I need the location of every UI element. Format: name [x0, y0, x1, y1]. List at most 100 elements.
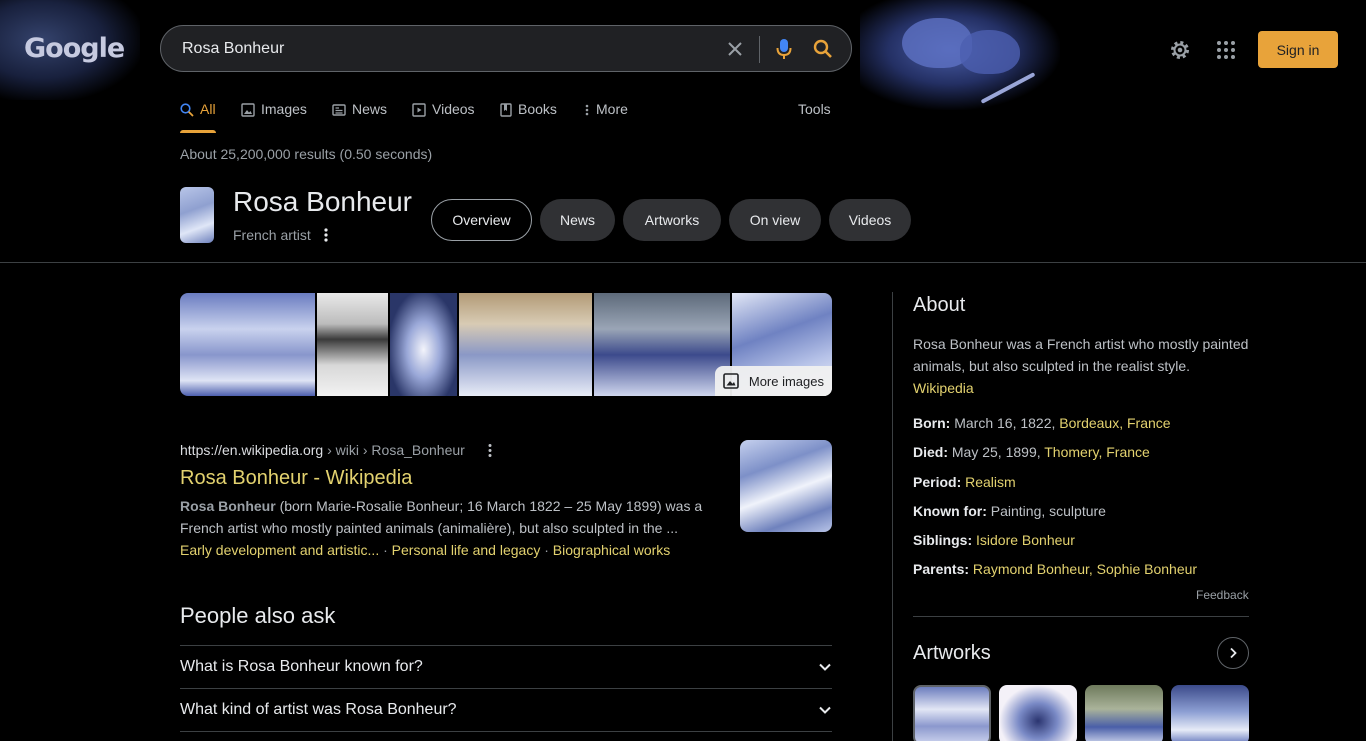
entity-title: Rosa Bonheur	[233, 186, 413, 217]
result-thumbnail[interactable]	[740, 440, 832, 532]
fact-value: March 16, 1822,	[950, 415, 1060, 431]
fact-value: May 25, 1899,	[948, 444, 1045, 460]
chevron-down-icon	[819, 706, 831, 714]
divider	[0, 262, 1366, 263]
fact-born: Born: March 16, 1822, Bordeaux, France	[913, 415, 1171, 431]
image-strip: More images	[180, 293, 832, 396]
result-domain: https://en.wikipedia.org	[180, 442, 324, 458]
tab-label: Books	[518, 101, 557, 117]
fact-link[interactable]: Raymond Bonheur, Sophie Bonheur	[973, 561, 1197, 577]
wikipedia-link[interactable]: Wikipedia	[913, 380, 974, 396]
sitelink-separator: ·	[379, 542, 392, 558]
tab-label: All	[200, 101, 216, 117]
paa-question[interactable]: What is Rosa Bonheur known for?	[180, 646, 832, 688]
fact-link[interactable]: Realism	[965, 474, 1016, 490]
fact-known-for: Known for: Painting, sculpture	[913, 503, 1106, 519]
artworks-heading: Artworks	[913, 642, 991, 664]
microphone-icon[interactable]	[773, 38, 795, 60]
about-description: Rosa Bonheur was a French artist who mos…	[913, 333, 1253, 399]
active-tab-indicator	[180, 130, 216, 133]
tab-label: News	[352, 101, 388, 117]
fact-link[interactable]: Thomery, France	[1044, 444, 1150, 460]
artworks-next-button[interactable]	[1217, 637, 1249, 669]
book-icon	[500, 103, 512, 117]
fact-period: Period: Realism	[913, 474, 1016, 490]
image-thumbnail[interactable]	[594, 293, 730, 396]
tools-button[interactable]: Tools	[798, 101, 831, 117]
result-url[interactable]: https://en.wikipedia.org › wiki › Rosa_B…	[180, 442, 465, 458]
tab-label: More	[596, 101, 628, 117]
artwork-thumbnail[interactable]	[999, 685, 1077, 741]
search-input[interactable]: Rosa Bonheur	[182, 40, 284, 58]
chip-on-view[interactable]: On view	[729, 199, 821, 241]
fact-value: Painting, sculpture	[986, 503, 1106, 519]
artwork-thumbnail[interactable]	[1085, 685, 1163, 741]
result-snippet: Rosa Bonheur (born Marie-Rosalie Bonheur…	[180, 495, 720, 539]
sitelink[interactable]: Biographical works	[553, 542, 671, 558]
fact-siblings: Siblings: Isidore Bonheur	[913, 532, 1075, 548]
result-stats: About 25,200,000 results (0.50 seconds)	[180, 146, 433, 162]
fact-label: Siblings:	[913, 532, 973, 548]
news-icon	[332, 104, 346, 116]
sitelink[interactable]: Personal life and legacy	[392, 542, 541, 558]
chevron-right-icon	[1230, 647, 1237, 659]
tab-news[interactable]: News	[332, 101, 387, 133]
sitelink[interactable]: Early development and artistic...	[180, 542, 379, 558]
snippet-highlight: Rosa Bonheur	[180, 498, 276, 514]
fact-link[interactable]: Bordeaux, France	[1059, 415, 1170, 431]
chip-news[interactable]: News	[540, 199, 615, 241]
divider	[913, 616, 1249, 617]
fact-parents: Parents: Raymond Bonheur, Sophie Bonheur	[913, 561, 1197, 577]
fact-died: Died: May 25, 1899, Thomery, France	[913, 444, 1150, 460]
fact-label: Known for:	[913, 503, 987, 519]
tab-all[interactable]: All	[180, 101, 216, 133]
settings-gear-icon[interactable]	[1168, 38, 1192, 62]
about-heading: About	[913, 294, 966, 316]
more-options-icon[interactable]	[318, 226, 334, 244]
search-icon[interactable]	[812, 38, 834, 60]
chip-overview[interactable]: Overview	[431, 199, 532, 241]
chip-artworks[interactable]: Artworks	[623, 199, 721, 241]
search-box[interactable]: Rosa Bonheur	[160, 25, 852, 72]
artwork-thumbnail[interactable]	[913, 685, 991, 741]
divider	[180, 731, 832, 732]
doodle-animal-shape	[960, 30, 1020, 74]
paa-question-text: What kind of artist was Rosa Bonheur?	[180, 701, 457, 718]
tab-images[interactable]: Images	[241, 101, 307, 133]
tab-videos[interactable]: Videos	[412, 101, 475, 133]
google-logo[interactable]: Google	[24, 33, 125, 64]
result-title-link[interactable]: Rosa Bonheur - Wikipedia	[180, 467, 412, 490]
fact-label: Died:	[913, 444, 948, 460]
description-text: Rosa Bonheur was a French artist who mos…	[913, 336, 1249, 374]
sign-in-button[interactable]: Sign in	[1258, 31, 1338, 68]
image-icon	[241, 103, 255, 117]
result-options-icon[interactable]	[482, 442, 498, 460]
entity-subtitle: French artist	[233, 227, 311, 243]
people-also-ask-title: People also ask	[180, 603, 336, 628]
clear-icon[interactable]	[724, 38, 746, 60]
fact-link[interactable]: Isidore Bonheur	[976, 532, 1075, 548]
more-vert-icon	[585, 104, 589, 116]
video-icon	[412, 103, 426, 117]
paa-question[interactable]: What kind of artist was Rosa Bonheur?	[180, 689, 832, 731]
search-icon	[180, 103, 194, 117]
tab-books[interactable]: Books	[500, 101, 557, 133]
entity-thumbnail[interactable]	[180, 187, 214, 243]
feedback-link[interactable]: Feedback	[1196, 588, 1249, 602]
image-thumbnail[interactable]	[317, 293, 388, 396]
artwork-thumbnail[interactable]	[1171, 685, 1249, 741]
more-images-button[interactable]: More images	[714, 366, 832, 396]
doodle-art-right[interactable]	[860, 0, 1060, 110]
tab-label: Videos	[432, 101, 475, 117]
sitelink-separator: ·	[540, 542, 553, 558]
chip-videos[interactable]: Videos	[829, 199, 911, 241]
doodle-brush-shape	[980, 72, 1036, 104]
tab-more[interactable]: More	[584, 101, 628, 133]
image-thumbnail[interactable]	[390, 293, 457, 396]
tab-label: Images	[261, 101, 307, 117]
paa-question-text: What is Rosa Bonheur known for?	[180, 658, 423, 675]
apps-grid-icon[interactable]	[1214, 38, 1238, 62]
fact-label: Period:	[913, 474, 962, 490]
image-thumbnail[interactable]	[459, 293, 592, 396]
image-thumbnail[interactable]	[180, 293, 315, 396]
